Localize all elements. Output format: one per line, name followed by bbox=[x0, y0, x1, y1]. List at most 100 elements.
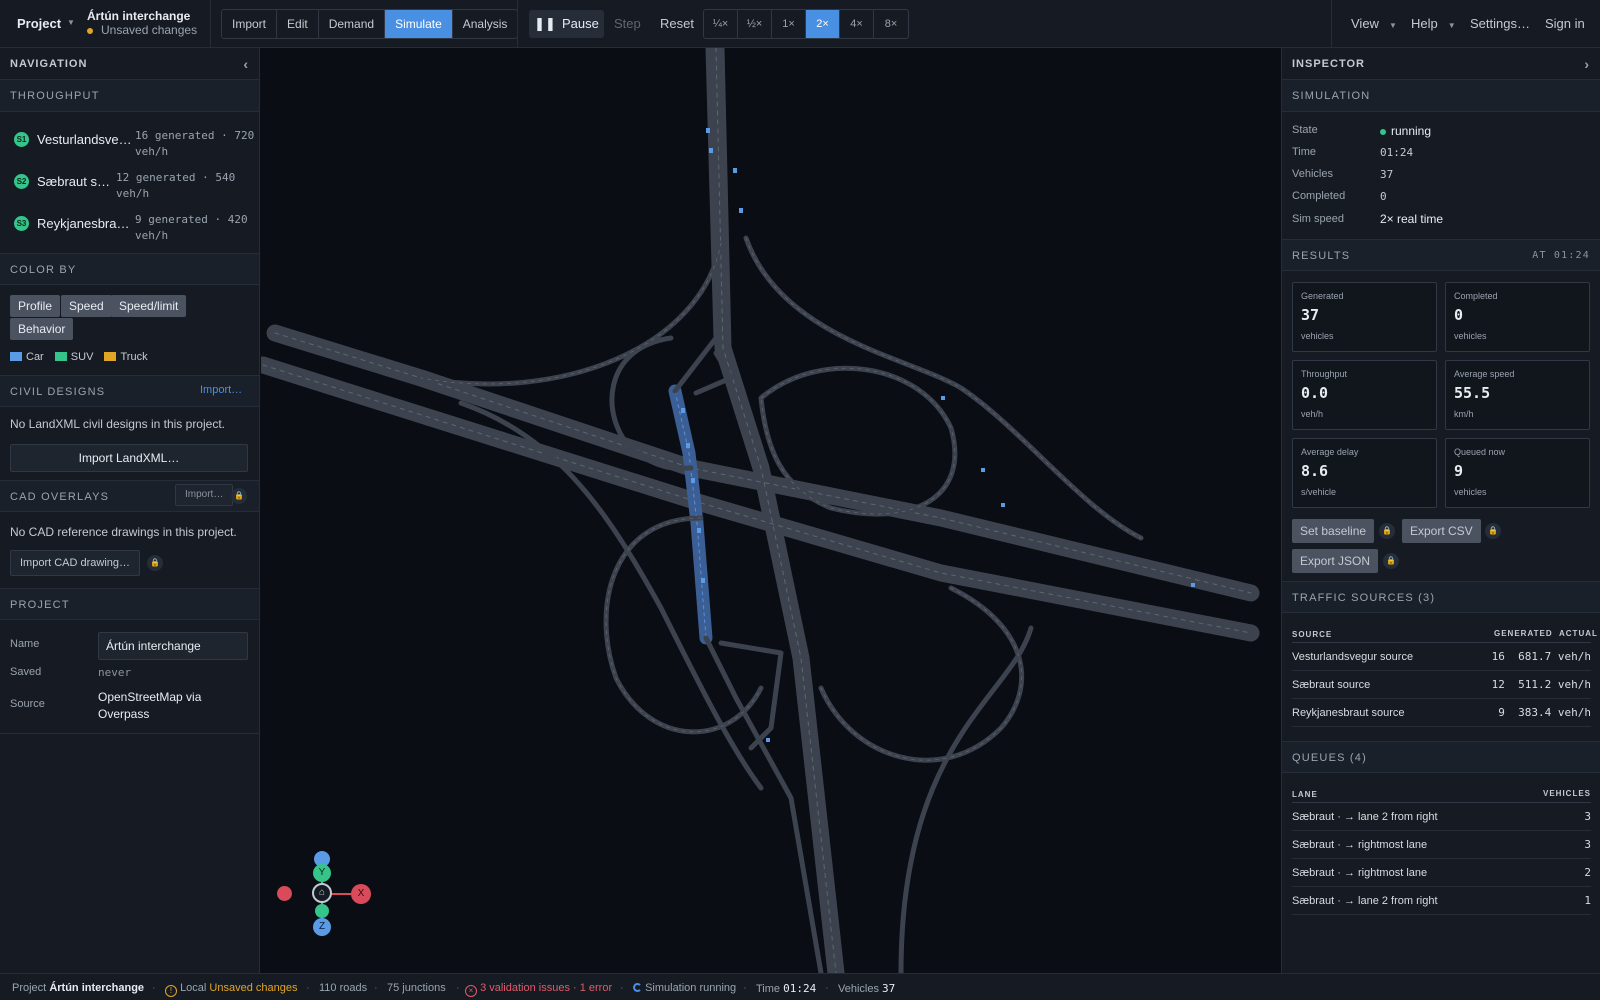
divider bbox=[0, 733, 259, 734]
speed-4x-button[interactable]: 4× bbox=[840, 10, 874, 38]
tab-simulate[interactable]: Simulate bbox=[385, 10, 453, 38]
suv-swatch-icon bbox=[54, 352, 67, 361]
table-row[interactable]: Sæbraut · → rightmost lane 2 bbox=[1292, 859, 1591, 887]
chevron-down-icon: ▼ bbox=[1388, 21, 1397, 30]
source-badge: S1 bbox=[14, 132, 29, 147]
divider bbox=[1331, 0, 1332, 48]
chevron-down-icon: ▼ bbox=[1447, 21, 1456, 30]
status-time: Time 01:24 bbox=[756, 982, 817, 995]
set-baseline-button[interactable]: Set baseline bbox=[1292, 519, 1375, 543]
lock-icon: 🔒 bbox=[1383, 553, 1399, 569]
separator: · bbox=[825, 982, 829, 994]
navigation-header: NAVIGATION ‹ bbox=[0, 48, 259, 80]
results-timestamp: AT 01:24 bbox=[1532, 250, 1590, 261]
status-validation[interactable]: × 3 validation issues · 1 error bbox=[465, 982, 612, 997]
list-item[interactable]: S1 Vesturlandsve… 16 generated · 720 veh… bbox=[0, 120, 259, 162]
tab-import[interactable]: Import bbox=[222, 10, 278, 38]
source-label: Source bbox=[10, 698, 45, 710]
sign-in-button[interactable]: Sign in bbox=[1545, 16, 1585, 31]
unsaved-dot-icon bbox=[87, 27, 93, 34]
col-vehicles: VEHICLES bbox=[1543, 789, 1592, 798]
export-json-button[interactable]: Export JSON bbox=[1292, 549, 1379, 573]
vehicles-label: Vehicles bbox=[1292, 168, 1333, 180]
separator: · bbox=[306, 982, 310, 994]
map-canvas[interactable]: Y ⌂ X Z bbox=[261, 48, 1281, 973]
cad-import-button[interactable]: Import… bbox=[175, 484, 234, 506]
table-row[interactable]: Sæbraut · → lane 2 from right 3 bbox=[1292, 803, 1591, 831]
source-name: Sæbraut s… bbox=[37, 174, 110, 189]
source-meta: 9 generated · 420 veh/h bbox=[135, 213, 248, 242]
road-network bbox=[261, 48, 1260, 973]
settings-button[interactable]: Settings… bbox=[1470, 16, 1530, 31]
metric-card-average-speed: Average speed 55.5 km/h bbox=[1445, 360, 1590, 430]
color-by-profile-button[interactable]: Profile bbox=[10, 295, 61, 317]
import-landxml-button[interactable]: Import LandXML… bbox=[10, 444, 248, 472]
speed-2x-button[interactable]: 2× bbox=[806, 10, 840, 38]
table-row[interactable]: Sæbraut · → lane 2 from right 1 bbox=[1292, 887, 1591, 915]
source-badge: S3 bbox=[14, 216, 29, 231]
z-axis-icon[interactable]: Z bbox=[313, 918, 331, 936]
table-row[interactable]: Vesturlandsvegur source 16 681.7 veh/h bbox=[1292, 643, 1591, 671]
throughput-list: S1 Vesturlandsve… 16 generated · 720 veh… bbox=[0, 112, 259, 252]
axis-gizmo[interactable]: Y ⌂ X Z bbox=[277, 848, 383, 938]
list-item[interactable]: S3 Reykjanesbra… 9 generated · 420 veh/h bbox=[0, 204, 259, 246]
color-by-speed-limit-button[interactable]: Speed/limit bbox=[111, 295, 187, 317]
tab-analysis[interactable]: Analysis bbox=[453, 10, 518, 38]
speed-1x-button[interactable]: 1× bbox=[772, 10, 806, 38]
color-by-speed-button[interactable]: Speed bbox=[61, 295, 112, 317]
ramp-markings bbox=[420, 237, 1142, 761]
status-simulation: Simulation running bbox=[633, 982, 736, 994]
collapse-right-icon[interactable]: › bbox=[1584, 48, 1590, 80]
vehicle-legend: Car SUV Truck bbox=[10, 351, 148, 363]
x-negative-icon[interactable] bbox=[277, 886, 292, 901]
pause-icon: ❚❚ bbox=[534, 16, 556, 31]
metric-card-throughput: Throughput 0.0 veh/h bbox=[1292, 360, 1437, 430]
x-axis-icon[interactable]: X bbox=[351, 884, 371, 904]
project-menu[interactable]: Project bbox=[17, 16, 61, 31]
view-menu[interactable]: View ▼ bbox=[1351, 16, 1397, 31]
ramp-roads bbox=[418, 48, 1144, 973]
table-row[interactable]: Reykjanesbraut source 9 383.4 veh/h bbox=[1292, 699, 1591, 727]
help-menu[interactable]: Help ▼ bbox=[1411, 16, 1456, 31]
legend-car: Car bbox=[10, 351, 44, 363]
import-cad-drawing-button[interactable]: Import CAD drawing… bbox=[10, 550, 141, 576]
car-swatch-icon bbox=[10, 352, 22, 361]
col-lane: LANE bbox=[1292, 790, 1318, 799]
color-by-behavior-button[interactable]: Behavior bbox=[10, 318, 74, 340]
reset-button[interactable]: Reset bbox=[660, 16, 694, 31]
traffic-sources-section-header: TRAFFIC SOURCES (3) bbox=[1282, 581, 1600, 613]
pause-button[interactable]: ❚❚ Pause bbox=[529, 10, 604, 38]
tab-demand[interactable]: Demand bbox=[319, 10, 386, 38]
y-negative-icon[interactable] bbox=[315, 904, 329, 918]
separator: · bbox=[374, 982, 378, 994]
completed-value: 0 bbox=[1380, 190, 1387, 203]
spinner-icon bbox=[633, 983, 642, 992]
inspector-header: INSPECTOR › bbox=[1282, 48, 1600, 80]
results-section-header: RESULTS AT 01:24 bbox=[1282, 239, 1600, 271]
table-row[interactable]: Sæbraut source 12 511.2 veh/h bbox=[1292, 671, 1591, 699]
table-row[interactable]: Sæbraut · → rightmost lane 3 bbox=[1292, 831, 1591, 859]
collapse-left-icon[interactable]: ‹ bbox=[243, 48, 249, 80]
chevron-down-icon[interactable]: ▼ bbox=[67, 18, 75, 27]
error-icon: × bbox=[465, 985, 477, 997]
list-item[interactable]: S2 Sæbraut s… 12 generated · 540 veh/h bbox=[0, 162, 259, 204]
tab-edit[interactable]: Edit bbox=[277, 10, 319, 38]
civil-import-link[interactable]: Import… bbox=[200, 384, 242, 396]
saved-value: never bbox=[98, 666, 132, 679]
step-button[interactable]: Step bbox=[614, 16, 641, 31]
camera-home-icon[interactable]: ⌂ bbox=[312, 883, 332, 903]
speed-8x-button[interactable]: 8× bbox=[874, 10, 908, 38]
status-save-state: ! Local Unsaved changes bbox=[165, 982, 297, 997]
separator: · bbox=[456, 982, 460, 994]
source-meta: 16 generated · 720 veh/h bbox=[135, 129, 255, 158]
cad-empty-text: No CAD reference drawings in this projec… bbox=[10, 525, 237, 539]
export-csv-button[interactable]: Export CSV bbox=[1402, 519, 1481, 543]
speed-quarter-button[interactable]: ¼× bbox=[704, 10, 738, 38]
divider bbox=[517, 0, 518, 48]
simulation-section-header: SIMULATION bbox=[1282, 80, 1600, 112]
separator: · bbox=[620, 982, 624, 994]
speed-half-button[interactable]: ½× bbox=[738, 10, 772, 38]
lock-icon: 🔒 bbox=[231, 488, 247, 504]
project-name-input[interactable] bbox=[98, 632, 248, 660]
y-axis-icon[interactable]: Y bbox=[313, 864, 331, 882]
